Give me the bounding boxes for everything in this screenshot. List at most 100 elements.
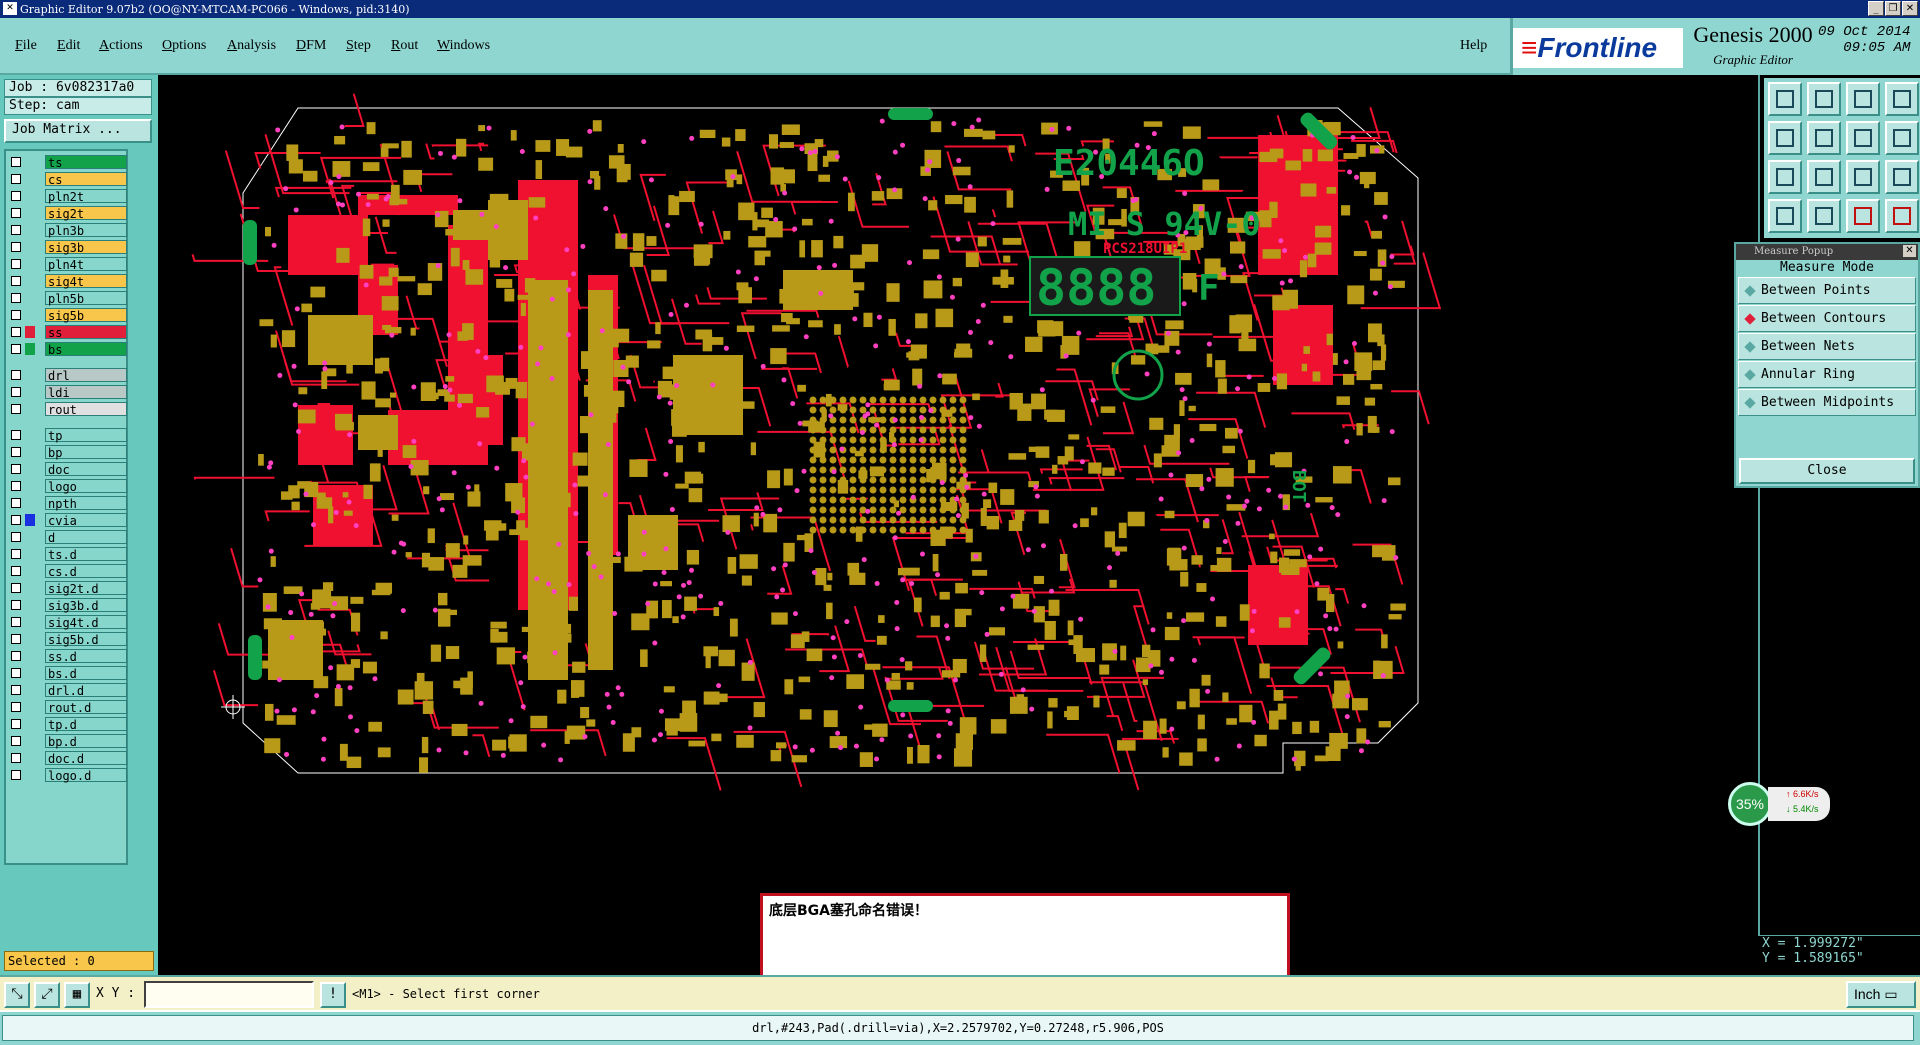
layer-checkbox[interactable] [11, 174, 21, 184]
layer-checkbox[interactable] [11, 157, 21, 167]
layer-checkbox[interactable] [11, 370, 21, 380]
layer-row-bp-d[interactable]: bp.d [9, 734, 127, 749]
layer-checkbox[interactable] [11, 651, 21, 661]
menu-file[interactable]: File [15, 38, 37, 54]
units-selector[interactable]: Inch ▭ [1846, 981, 1916, 1008]
layer-checkbox[interactable] [11, 600, 21, 610]
layer-row-pln5b[interactable]: pln5b [9, 291, 127, 306]
close-popup-icon[interactable]: ✕ [1903, 245, 1916, 257]
layer-checkbox[interactable] [11, 719, 21, 729]
layer-row-tp-d[interactable]: tp.d [9, 717, 127, 732]
layer-row-drl[interactable]: drl [9, 368, 127, 383]
layer-row-logo-d[interactable]: logo.d [9, 768, 127, 783]
layer-checkbox[interactable] [11, 225, 21, 235]
layer-checkbox[interactable] [11, 668, 21, 678]
layer-row-npth[interactable]: npth [9, 496, 127, 511]
fit-board-icon[interactable] [1768, 160, 1802, 194]
layer-checkbox[interactable] [11, 404, 21, 414]
layer-row-sig3b[interactable]: sig3b [9, 240, 127, 255]
layer-row-tp[interactable]: tp [9, 428, 127, 443]
layer-row-sig2t-d[interactable]: sig2t.d [9, 581, 127, 596]
zoom-area-icon[interactable]: ⤡ [4, 982, 30, 1008]
layer-row-cs[interactable]: cs [9, 172, 127, 187]
layer-row-cvia[interactable]: cvia [9, 513, 127, 528]
layer-checkbox[interactable] [11, 634, 21, 644]
close-window-button[interactable]: ✕ [1902, 1, 1918, 16]
layer-row-ss[interactable]: ss [9, 325, 127, 340]
layer-checkbox[interactable] [11, 430, 21, 440]
menu-actions[interactable]: Actions [99, 38, 143, 54]
layer-checkbox[interactable] [11, 387, 21, 397]
layer-row-ss-d[interactable]: ss.d [9, 649, 127, 664]
layer-row-doc[interactable]: doc [9, 462, 127, 477]
layer-row-pln3b[interactable]: pln3b [9, 223, 127, 238]
home-icon[interactable] [1846, 82, 1880, 116]
layer-checkbox[interactable] [11, 208, 21, 218]
layer-checkbox[interactable] [11, 310, 21, 320]
grid-display-icon[interactable] [1807, 199, 1841, 233]
layer-checkbox[interactable] [11, 293, 21, 303]
layer-row-sig3b-d[interactable]: sig3b.d [9, 598, 127, 613]
menu-edit[interactable]: Edit [57, 38, 80, 54]
pcb-board[interactable]: E20446O MI S 94V-0PCS218UIP1 8888 F BOT [158, 75, 1758, 975]
layer-checkbox[interactable] [11, 259, 21, 269]
layer-row-sig4t-d[interactable]: sig4t.d [9, 615, 127, 630]
menu-dfm[interactable]: DFM [296, 38, 326, 54]
zoom-home-icon[interactable] [1768, 82, 1802, 116]
layer-checkbox[interactable] [11, 736, 21, 746]
pan-left-icon[interactable] [1768, 121, 1802, 155]
layer-row-logo[interactable]: logo [9, 479, 127, 494]
filter-icon[interactable] [1885, 199, 1919, 233]
layer-row-ts[interactable]: ts [9, 155, 127, 170]
layer-checkbox[interactable] [11, 327, 21, 337]
layer-checkbox[interactable] [11, 191, 21, 201]
layer-row-rout[interactable]: rout [9, 402, 127, 417]
center-icon[interactable] [1807, 160, 1841, 194]
layers-icon[interactable] [1768, 199, 1802, 233]
layer-row-doc-d[interactable]: doc.d [9, 751, 127, 766]
grid-icon[interactable]: ▦ [64, 982, 90, 1008]
snap-icon[interactable] [1846, 199, 1880, 233]
layer-checkbox[interactable] [11, 464, 21, 474]
query-icon[interactable] [1885, 160, 1919, 194]
layer-checkbox[interactable] [11, 276, 21, 286]
layer-checkbox[interactable] [11, 532, 21, 542]
layer-row-sig4t[interactable]: sig4t [9, 274, 127, 289]
layer-row-drl-d[interactable]: drl.d [9, 683, 127, 698]
layer-row-pln4t[interactable]: pln4t [9, 257, 127, 272]
measure-option-between-midpoints[interactable]: Between Midpoints [1738, 389, 1916, 416]
layer-checkbox[interactable] [11, 515, 21, 525]
layer-row-cs-d[interactable]: cs.d [9, 564, 127, 579]
redraw-icon[interactable] [1885, 121, 1919, 155]
layer-checkbox[interactable] [11, 481, 21, 491]
menu-options[interactable]: Options [162, 38, 206, 54]
measure-option-between-nets[interactable]: Between Nets [1738, 333, 1916, 360]
menu-help[interactable]: Help [1460, 38, 1487, 54]
measure-option-annular-ring[interactable]: Annular Ring [1738, 361, 1916, 388]
layer-row-sig2t[interactable]: sig2t [9, 206, 127, 221]
layer-checkbox[interactable] [11, 583, 21, 593]
layer-row-bs[interactable]: bs [9, 342, 127, 357]
layer-row-sig5b-d[interactable]: sig5b.d [9, 632, 127, 647]
layer-row-sig5b[interactable]: sig5b [9, 308, 127, 323]
layer-row-bs-d[interactable]: bs.d [9, 666, 127, 681]
layer-checkbox[interactable] [11, 685, 21, 695]
scale-icon[interactable] [1846, 160, 1880, 194]
layer-checkbox[interactable] [11, 566, 21, 576]
layer-checkbox[interactable] [11, 242, 21, 252]
zoom-fit-icon[interactable] [1846, 121, 1880, 155]
network-monitor[interactable]: 35% ↑ 6.6K/s ↓ 5.4K/s [1728, 782, 1832, 826]
menu-step[interactable]: Step [346, 38, 371, 54]
layer-checkbox[interactable] [11, 617, 21, 627]
layer-checkbox[interactable] [11, 498, 21, 508]
xy-input[interactable] [144, 981, 314, 1008]
layer-checkbox[interactable] [11, 770, 21, 780]
measure-option-between-points[interactable]: Between Points [1738, 277, 1916, 304]
menu-windows[interactable]: Windows [437, 38, 490, 54]
layer-row-rout-d[interactable]: rout.d [9, 700, 127, 715]
pan-right-icon[interactable] [1807, 121, 1841, 155]
layer-checkbox[interactable] [11, 344, 21, 354]
layer-row-ldi[interactable]: ldi [9, 385, 127, 400]
layer-checkbox[interactable] [11, 702, 21, 712]
layer-checkbox[interactable] [11, 447, 21, 457]
